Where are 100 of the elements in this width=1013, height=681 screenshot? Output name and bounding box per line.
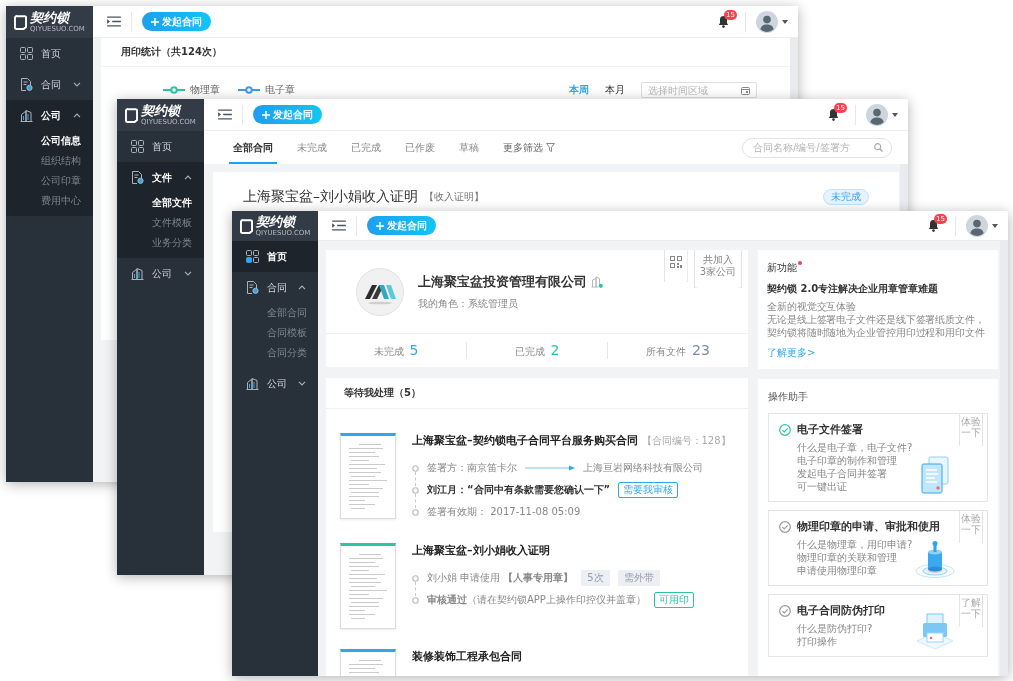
printer-icon: [915, 610, 955, 650]
scrollbar[interactable]: [900, 164, 908, 211]
qr-code-tag[interactable]: [663, 250, 688, 282]
company-name: 上海聚宝盆投资管理有限公司: [418, 272, 587, 291]
guide-point: 什么是电子章，电子文件?: [797, 441, 913, 454]
submenu-item[interactable]: 文件模板: [117, 213, 204, 233]
timeline-dot-icon: [412, 574, 419, 582]
avatar-icon[interactable]: [966, 214, 988, 237]
sidebar-item[interactable]: 文件: [117, 162, 204, 193]
sidebar-item[interactable]: 合同: [232, 272, 318, 303]
status-tag: 可用印: [653, 592, 694, 608]
guide-point: 电子印章的制作和管理: [797, 454, 897, 467]
tab[interactable]: 全部合同: [229, 131, 277, 164]
stat-value: 23: [692, 342, 710, 358]
scrollbar[interactable]: [1000, 241, 1008, 676]
new-contract-button[interactable]: 发起合同: [367, 216, 436, 235]
submenu-item[interactable]: 全部合同: [232, 303, 318, 323]
caret-icon[interactable]: [892, 112, 898, 117]
new-contract-button[interactable]: 发起合同: [142, 12, 211, 31]
sidebar-item[interactable]: 首页: [117, 131, 204, 162]
filter-icon: [546, 143, 555, 152]
plus-icon: [151, 17, 159, 26]
news-text: 全新的视觉交互体验: [767, 300, 857, 313]
submenu-item[interactable]: 合同分类: [232, 343, 318, 363]
bell-icon[interactable]: [928, 219, 939, 232]
submenu-item[interactable]: 组织结构: [6, 151, 93, 171]
document-icon: [246, 281, 259, 294]
scrollbar[interactable]: [790, 38, 798, 99]
bell-icon[interactable]: [718, 15, 729, 28]
submenu-item[interactable]: 公司印章: [6, 171, 93, 191]
calendar-icon: [741, 85, 750, 95]
logo-mark-icon: [239, 218, 253, 234]
grid-icon: [246, 250, 259, 263]
stat-value: 2: [550, 342, 560, 358]
tab[interactable]: 已作废: [401, 131, 439, 164]
sidebar-item[interactable]: 公司: [6, 100, 93, 131]
learn-more-link[interactable]: 了解更多>: [767, 346, 816, 359]
info-chip: 5次: [581, 570, 610, 586]
filter-menu[interactable]: 更多筛选: [499, 131, 559, 164]
sidebar-item[interactable]: 首页: [232, 241, 318, 272]
caret-icon[interactable]: [992, 223, 998, 228]
stat-value: 5: [409, 342, 419, 358]
contract-title[interactable]: 上海聚宝盆–契约锁电子合同平台服务购买合同: [412, 433, 638, 448]
tab[interactable]: 草稿: [455, 131, 483, 164]
contract-title[interactable]: 上海聚宝盆–刘小娟收入证明: [412, 543, 550, 558]
pending-title: 等待我处理（5）: [344, 386, 421, 400]
timeline-dot-icon: [412, 464, 419, 472]
menu-icon[interactable]: [332, 220, 346, 231]
date-range-field[interactable]: 选择时间区域: [641, 82, 757, 98]
tab[interactable]: 已完成: [347, 131, 385, 164]
guide-point: 什么是防伪打印?: [797, 622, 873, 635]
info-chip: 需外带: [617, 570, 660, 586]
timeline-dot-icon: [412, 508, 419, 516]
company-logo-icon: [356, 267, 404, 316]
submenu-item[interactable]: 费用中心: [6, 191, 93, 211]
sidebar-item[interactable]: 首页: [6, 38, 93, 69]
guide-point: 申请使用物理印章: [797, 564, 877, 577]
legend-label: 物理章: [190, 83, 220, 97]
menu-icon[interactable]: [107, 16, 121, 27]
guide-point: 什么是物理章，用印申请?: [797, 538, 913, 551]
status-badge: 未完成: [823, 189, 869, 205]
building-icon: [591, 275, 603, 288]
seal-stamp-icon: [915, 539, 955, 579]
guide-point: 物理印章的关联和管理: [797, 551, 897, 564]
guide-point: 可一键出证: [797, 480, 847, 493]
plus-icon: [376, 221, 384, 230]
submenu-item[interactable]: 合同模板: [232, 323, 318, 343]
period-tab[interactable]: 本月: [605, 82, 625, 98]
avatar-icon[interactable]: [866, 103, 888, 126]
sidebar-item[interactable]: 合同: [6, 69, 93, 100]
bell-icon[interactable]: [828, 108, 839, 121]
caret-icon[interactable]: [782, 19, 788, 24]
avatar-icon[interactable]: [756, 10, 778, 33]
step-text: 刘江月：“合同中有条款需要您确认一下”: [427, 483, 611, 497]
contract-title[interactable]: 装修装饰工程承包合同: [412, 649, 522, 664]
submenu-item[interactable]: 全部文件: [117, 193, 204, 213]
tab[interactable]: 未完成: [293, 131, 331, 164]
submenu-item[interactable]: 公司信息: [6, 131, 93, 151]
arrow-icon: [525, 465, 575, 471]
sidebar-item[interactable]: 公司: [117, 258, 204, 289]
period-tab[interactable]: 本周: [569, 82, 589, 98]
guide-title: 物理印章的申请、审批和使用: [797, 519, 940, 534]
logo-mark-icon: [125, 107, 139, 123]
news-text: 无论是线上签署电子文件还是线下签署纸质文件，: [767, 313, 985, 326]
grid-icon: [20, 47, 33, 60]
menu-icon[interactable]: [218, 109, 232, 120]
sidebar-item[interactable]: 公司: [232, 368, 318, 399]
document-category: 【收入证明】: [424, 190, 484, 204]
guide-point: 发起电子合同并签署: [797, 467, 887, 480]
new-contract-button[interactable]: 发起合同: [253, 105, 322, 124]
news-text: 契约锁将随时随地为企业管控用印过程和用印文件: [767, 326, 985, 339]
step-text: 签署有效期： 2017-11-08 05:09: [427, 505, 581, 519]
logo-text: 契约锁: [30, 11, 70, 25]
document-icon: [131, 171, 144, 184]
submenu-item[interactable]: 业务分类: [117, 233, 204, 253]
building-icon: [131, 267, 144, 280]
guide-point: 打印操作: [797, 635, 837, 648]
timeline-dot-icon: [412, 596, 419, 604]
joined-companies-tag[interactable]: 共加入 3家公司: [693, 250, 742, 288]
grid-icon: [131, 140, 144, 153]
